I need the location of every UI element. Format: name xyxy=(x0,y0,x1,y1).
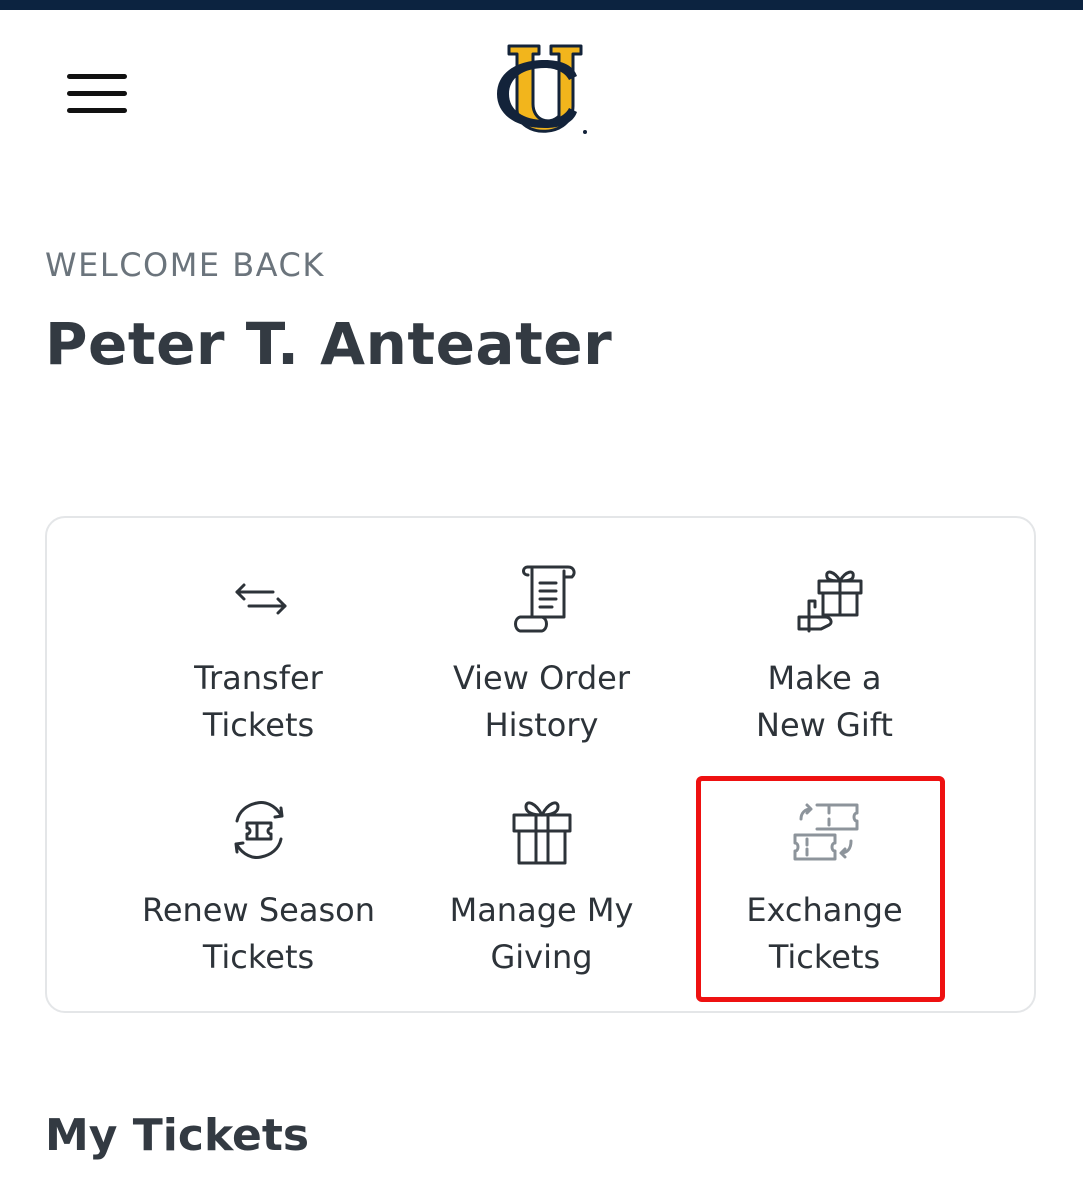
welcome-kicker: WELCOME BACK xyxy=(45,246,325,284)
exchange-tickets-label: Exchange Tickets xyxy=(746,891,903,976)
menu-line xyxy=(67,74,127,79)
exchange-tickets-icon xyxy=(793,803,858,861)
gift-in-hand-icon xyxy=(797,570,862,633)
view-order-history-button[interactable]: View Order History xyxy=(400,555,683,777)
view-order-history-label: View Order History xyxy=(452,659,631,744)
hamburger-menu-button[interactable] xyxy=(60,68,136,120)
renew-ticket-icon xyxy=(234,801,283,859)
make-new-gift-button[interactable]: Make a New Gift xyxy=(683,555,966,777)
user-name: Peter T. Anteater xyxy=(45,310,613,378)
transfer-tickets-button[interactable]: Transfer Tickets xyxy=(117,555,400,777)
renew-season-tickets-label: Renew Season Tickets xyxy=(142,891,375,976)
transfer-arrows-icon xyxy=(235,583,286,615)
manage-my-giving-label: Manage My Giving xyxy=(449,891,634,976)
gift-box-icon xyxy=(512,801,571,865)
top-bar xyxy=(0,0,1083,10)
menu-line xyxy=(67,108,127,113)
renew-season-tickets-button[interactable]: Renew Season Tickets xyxy=(117,787,400,1009)
transfer-tickets-label: Transfer Tickets xyxy=(194,659,323,744)
menu-line xyxy=(67,91,127,96)
my-tickets-heading: My Tickets xyxy=(45,1110,310,1161)
uc-logo[interactable] xyxy=(489,40,593,148)
exchange-tickets-button[interactable]: Exchange Tickets xyxy=(683,787,966,1009)
manage-my-giving-button[interactable]: Manage My Giving xyxy=(400,787,683,1009)
make-new-gift-label: Make a New Gift xyxy=(756,659,893,744)
scroll-receipt-icon xyxy=(513,565,576,633)
